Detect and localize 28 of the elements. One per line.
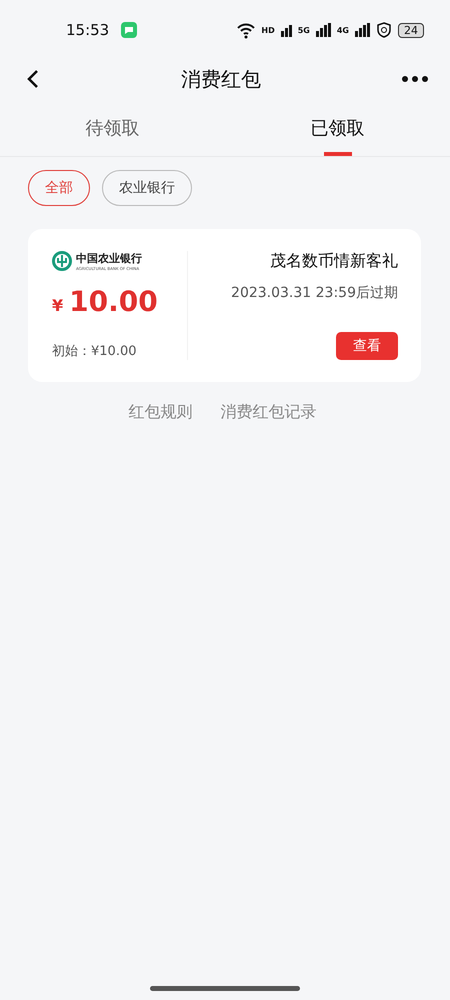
footer-link[interactable]: 消费红包记录: [220, 402, 316, 423]
network-label: 4G: [336, 26, 349, 34]
signal-icon: [316, 23, 331, 37]
currency-symbol: ¥: [52, 296, 64, 315]
coupon-title: 茂名数币情新客礼: [270, 251, 398, 272]
more-icon[interactable]: [402, 76, 428, 82]
bank-logo-icon: [52, 251, 72, 271]
filter-chip[interactable]: 全部: [28, 170, 90, 206]
bank-name: 中国农业银行: [76, 251, 142, 266]
signal-icon: [355, 23, 370, 37]
filter-chip[interactable]: 农业银行: [102, 170, 192, 206]
battery-level: 24: [398, 22, 424, 38]
initial-amount: 初始：¥10.00: [52, 343, 138, 360]
page-title: 消费红包: [181, 66, 261, 92]
tab[interactable]: 待领取: [82, 110, 144, 156]
back-icon[interactable]: [26, 69, 40, 89]
coupon-amount: 10.00: [69, 285, 158, 318]
hd-label: HD: [261, 26, 275, 34]
view-button[interactable]: 查看: [336, 332, 398, 360]
tab[interactable]: 已领取: [306, 110, 368, 156]
shield-icon: [376, 22, 392, 38]
tab-underline: [324, 152, 352, 156]
expiry-date: 2023.03.31 23:59后过期: [231, 284, 398, 302]
wifi-icon: [237, 22, 256, 38]
network-label: 5G: [298, 26, 310, 34]
message-app-icon: [121, 22, 138, 38]
clock-time: 15:53: [66, 21, 110, 39]
footer-link[interactable]: 红包规则: [128, 402, 192, 423]
